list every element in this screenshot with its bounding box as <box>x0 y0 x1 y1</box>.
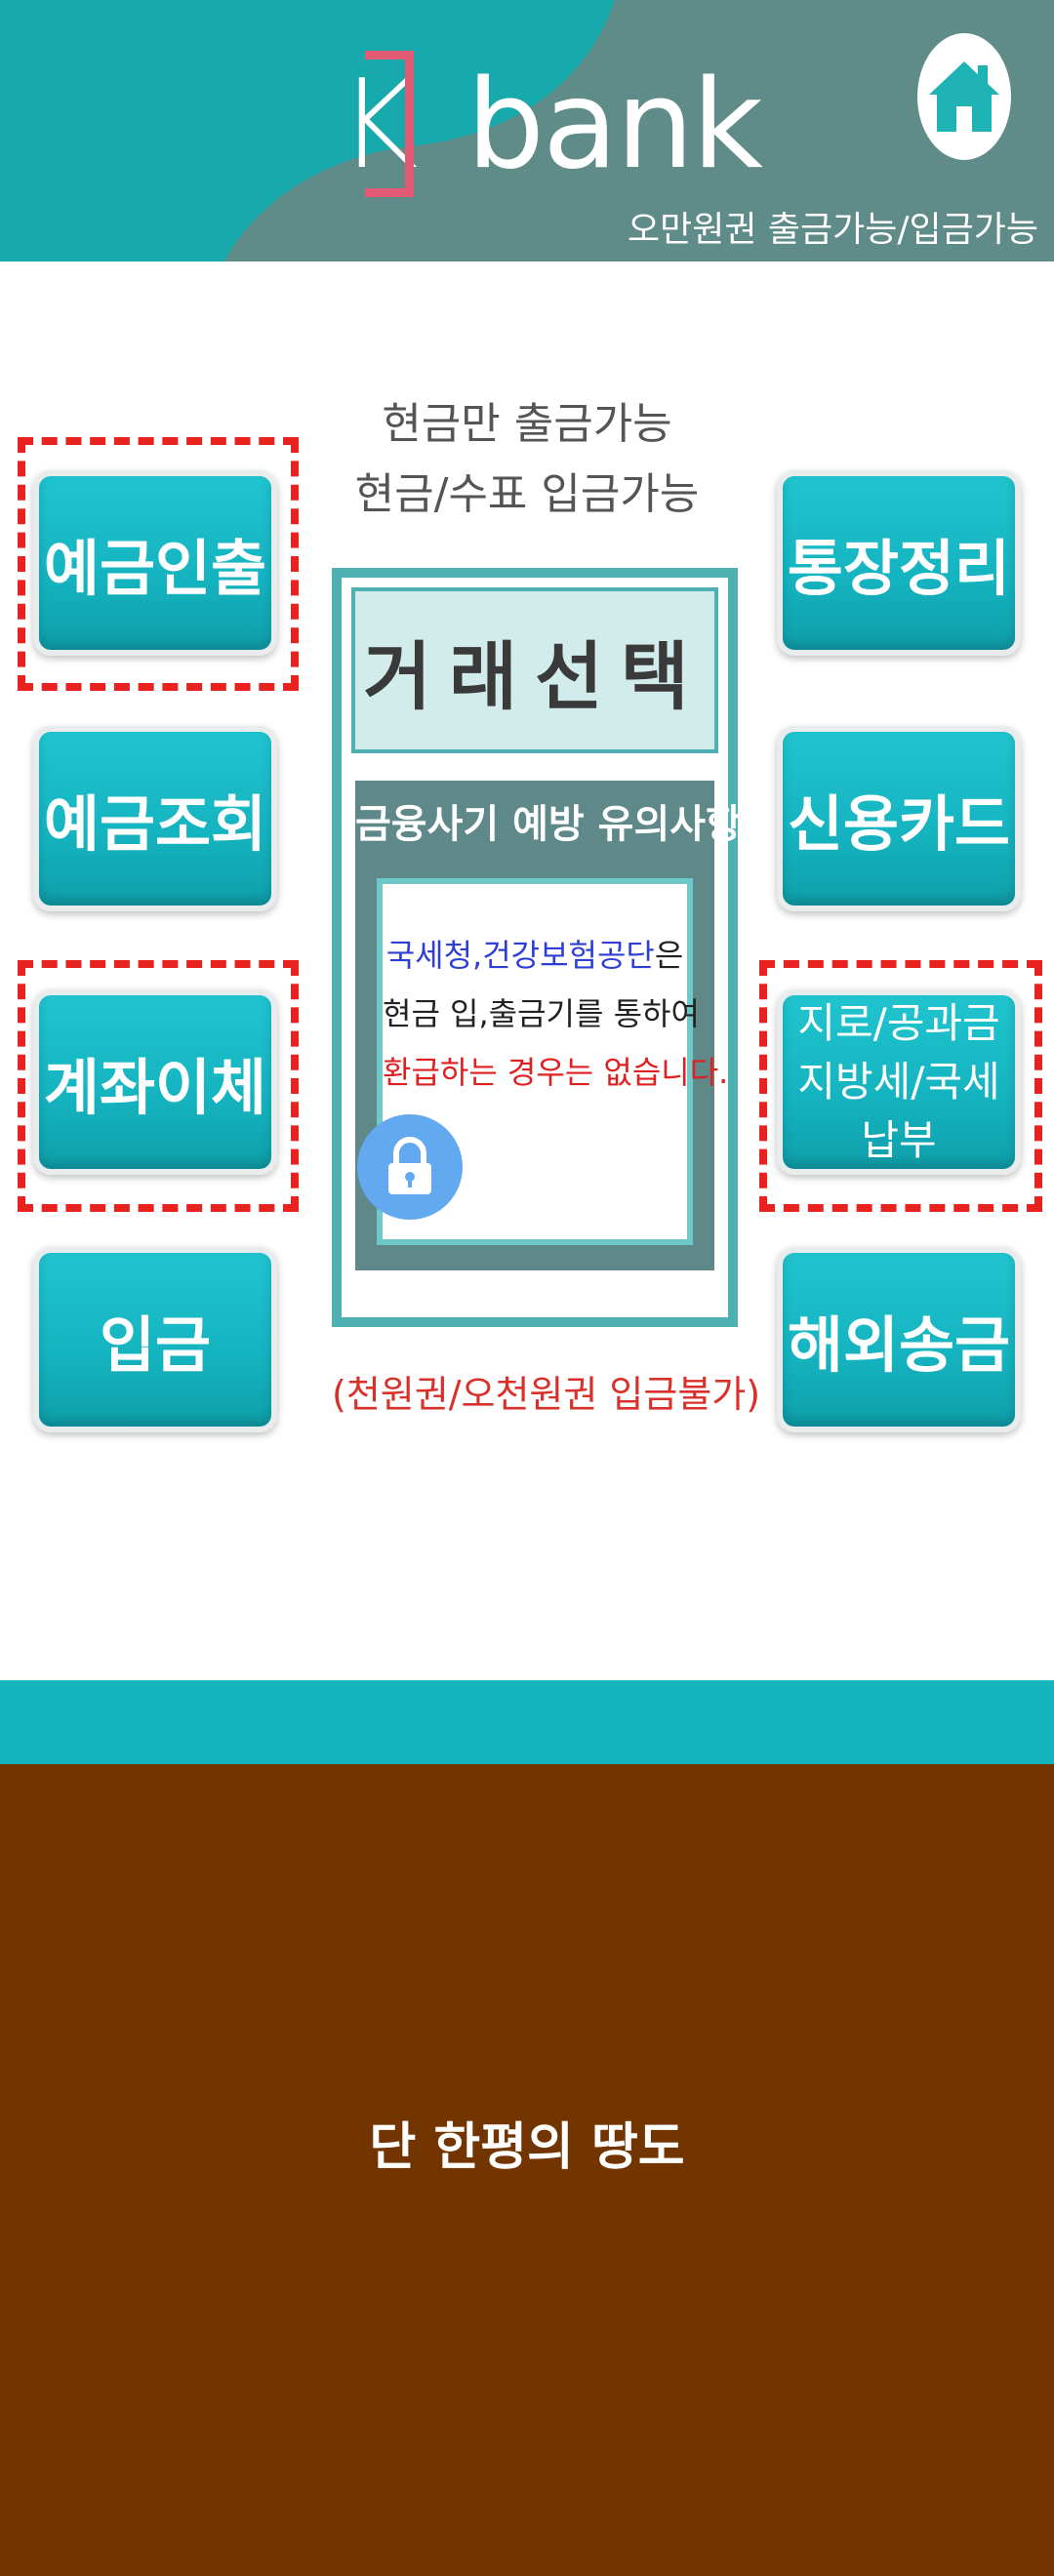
panel-title: 거래선택 <box>351 587 718 753</box>
lock-icon <box>357 1114 463 1220</box>
deposit-button[interactable]: 입금 <box>33 1247 277 1432</box>
warning-line-3: 환급하는 경우는 없습니다. <box>383 1054 729 1091</box>
notice-withdraw: 현금만 출금가능 <box>382 399 672 449</box>
passbook-update-button[interactable]: 통장정리 <box>777 470 1021 656</box>
notice-deposit: 현금/수표 입금가능 <box>354 469 700 519</box>
header-status-text: 오만원권 출금가능/입금가능 <box>627 210 1038 250</box>
warning-line-2: 현금 입,출금기를 통하여 <box>383 995 700 1032</box>
footer-band <box>0 1680 1054 1764</box>
transfer-button[interactable]: 계좌이체 <box>33 989 277 1175</box>
balance-inquiry-button[interactable]: 예금조회 <box>33 726 277 911</box>
warning-title: 금융사기 예방 유의사항 <box>355 802 742 847</box>
fraud-warning-box: 금융사기 예방 유의사항 국세청,건강보험공단은 현금 입,출금기를 통하여 환… <box>355 781 742 1270</box>
warning-message-box: 국세청,건강보험공단은 현금 입,출금기를 통하여 환급하는 경우는 없습니다. <box>357 878 729 1245</box>
logo-bank: bank <box>466 53 763 196</box>
credit-card-button[interactable]: 신용카드 <box>777 726 1021 911</box>
warning-agencies: 국세청,건강보험공단 <box>385 937 655 974</box>
bill-payment-line2: 지방세/국세 납부 <box>797 1058 1000 1164</box>
overseas-remittance-button[interactable]: 해외송금 <box>777 1247 1021 1432</box>
withdraw-button[interactable]: 예금인출 <box>33 470 277 656</box>
bill-payment-button[interactable]: 지로/공과금 지방세/국세 납부 <box>777 989 1021 1175</box>
warning-line-1: 국세청,건강보험공단은 <box>383 931 687 976</box>
kbank-logo: K bank <box>338 51 763 207</box>
header-bar: K bank 오만원권 출금가능/입금가능 <box>0 0 1054 262</box>
home-button[interactable] <box>917 33 1011 160</box>
advertisement-text: 단 한평의 땅도 <box>369 2118 685 2177</box>
logo-bracket <box>365 51 414 197</box>
transaction-select-panel: 거래선택 금융사기 예방 유의사항 국세청,건강보험공단은 현금 입,출금기를 … <box>332 568 742 1327</box>
deposit-restriction-notice: (천원권/오천원권 입금불가) <box>332 1373 761 1416</box>
home-icon <box>929 61 999 132</box>
warning-line-1-rest: 은 <box>654 937 684 974</box>
bill-payment-line1: 지로/공과금 <box>797 999 1000 1047</box>
